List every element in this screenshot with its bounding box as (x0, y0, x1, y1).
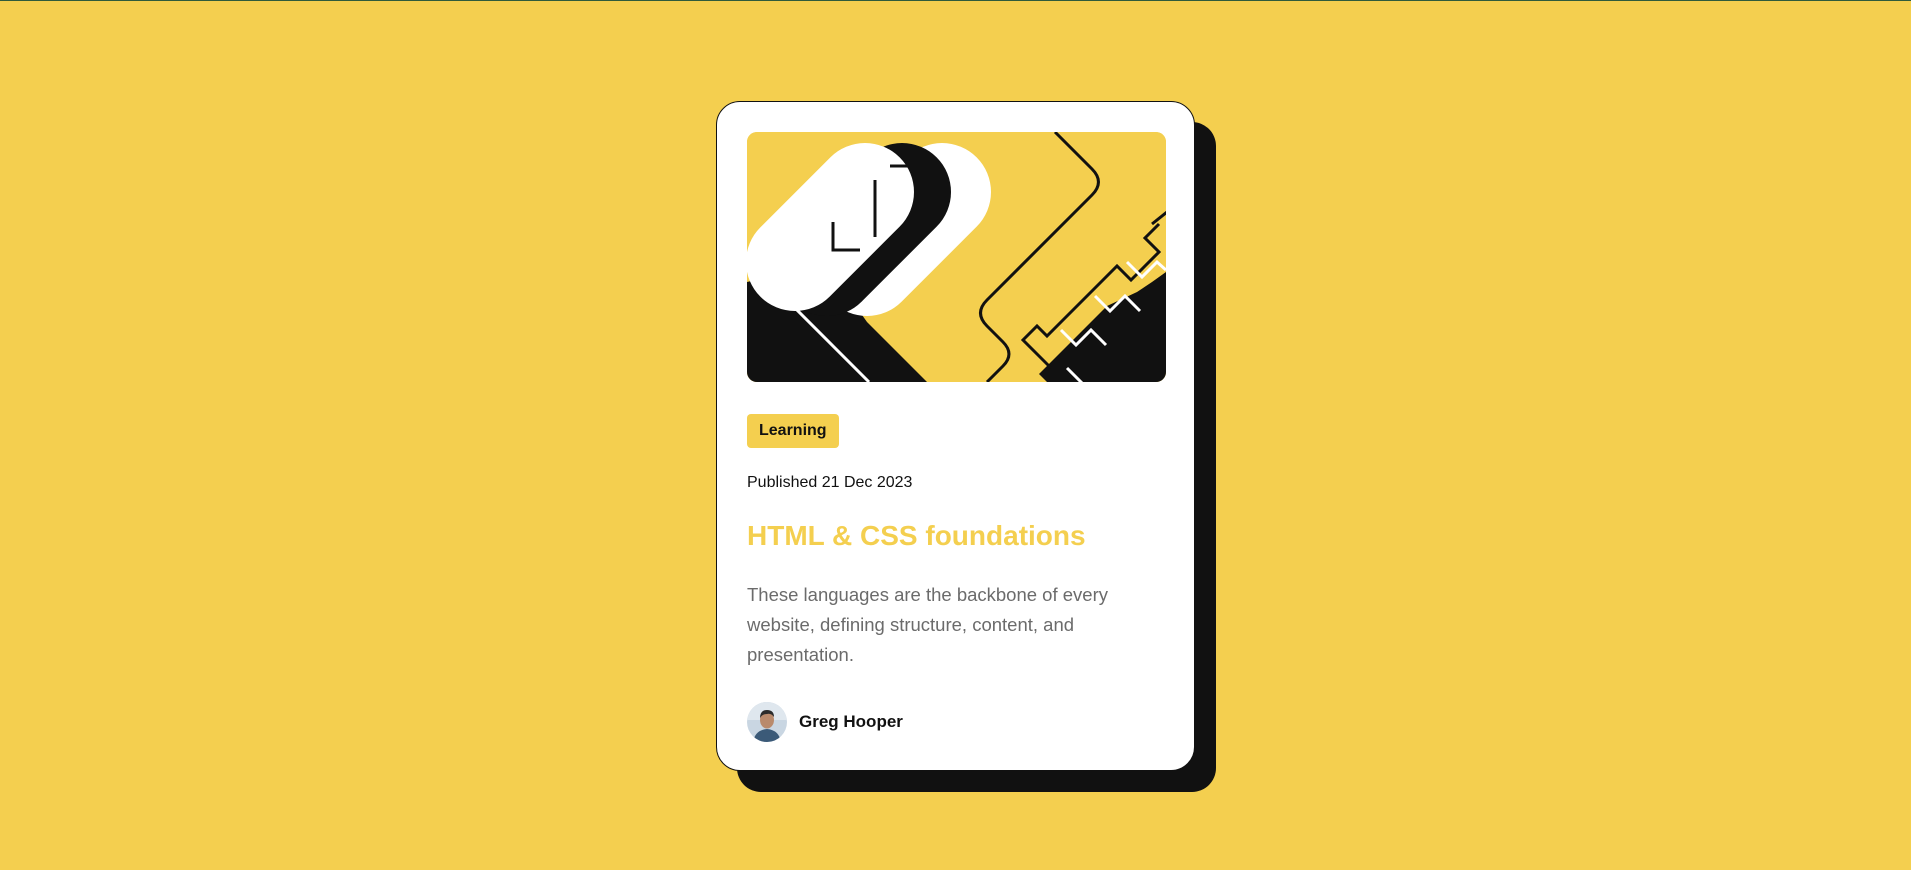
avatar-photo-icon (747, 702, 787, 742)
blog-preview-card: Learning Published 21 Dec 2023 HTML & CS… (716, 101, 1195, 771)
author-info: Greg Hooper (747, 702, 903, 742)
category-badge: Learning (747, 414, 839, 448)
card-illustration (747, 132, 1166, 382)
abstract-illustration-icon (747, 132, 1166, 382)
author-name: Greg Hooper (799, 712, 903, 731)
avatar (747, 702, 787, 742)
card-title[interactable]: HTML & CSS foundations (747, 520, 1086, 552)
published-date: Published 21 Dec 2023 (747, 474, 913, 491)
card-description: These languages are the backbone of ever… (747, 584, 1108, 665)
